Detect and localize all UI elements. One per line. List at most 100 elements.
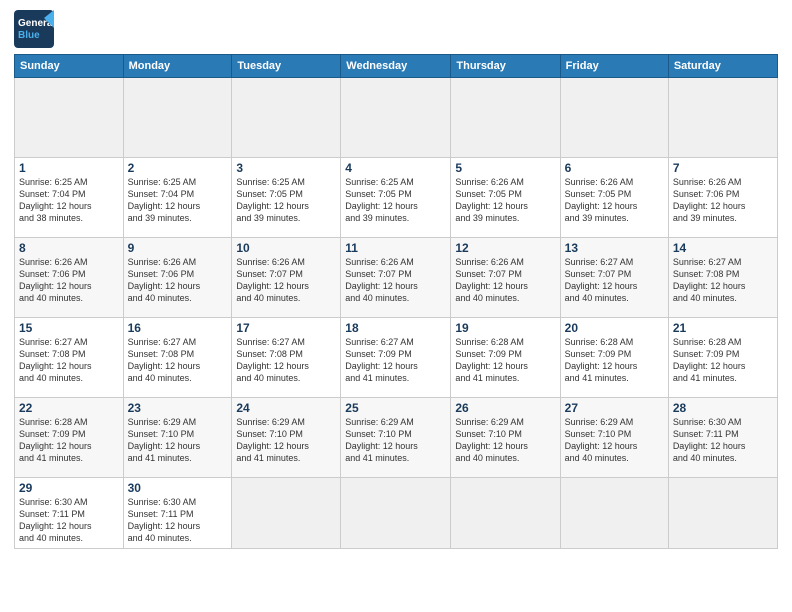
day-info: Sunrise: 6:26 AM Sunset: 7:06 PM Dayligh… — [19, 256, 119, 305]
calendar-cell: 19Sunrise: 6:28 AM Sunset: 7:09 PM Dayli… — [451, 318, 560, 398]
calendar-week-row — [15, 78, 778, 158]
day-number: 29 — [19, 481, 119, 495]
calendar-week-row: 29 Sunrise: 6:30 AM Sunset: 7:11 PM Dayli… — [15, 478, 778, 549]
calendar-cell — [123, 78, 232, 158]
calendar-cell: 26Sunrise: 6:29 AM Sunset: 7:10 PM Dayli… — [451, 398, 560, 478]
calendar-cell: 27Sunrise: 6:29 AM Sunset: 7:10 PM Dayli… — [560, 398, 668, 478]
calendar-cell — [232, 478, 341, 549]
calendar-cell — [451, 478, 560, 549]
calendar-cell: 22Sunrise: 6:28 AM Sunset: 7:09 PM Dayli… — [15, 398, 124, 478]
day-info: Sunrise: 6:26 AM Sunset: 7:06 PM Dayligh… — [128, 256, 228, 305]
calendar-cell: 14Sunrise: 6:27 AM Sunset: 7:08 PM Dayli… — [668, 238, 777, 318]
calendar-cell: 1Sunrise: 6:25 AM Sunset: 7:04 PM Daylig… — [15, 158, 124, 238]
day-number: 23 — [128, 401, 228, 415]
calendar-week-row: 8Sunrise: 6:26 AM Sunset: 7:06 PM Daylig… — [15, 238, 778, 318]
calendar-cell — [451, 78, 560, 158]
day-info: Sunrise: 6:26 AM Sunset: 7:07 PM Dayligh… — [236, 256, 336, 305]
calendar-cell — [668, 78, 777, 158]
day-number: 8 — [19, 241, 119, 255]
day-info: Sunrise: 6:25 AM Sunset: 7:04 PM Dayligh… — [19, 176, 119, 225]
weekday-header-friday: Friday — [560, 55, 668, 78]
calendar-cell: 13Sunrise: 6:27 AM Sunset: 7:07 PM Dayli… — [560, 238, 668, 318]
calendar-cell: 4Sunrise: 6:25 AM Sunset: 7:05 PM Daylig… — [341, 158, 451, 238]
calendar-cell: 24Sunrise: 6:29 AM Sunset: 7:10 PM Dayli… — [232, 398, 341, 478]
day-info: Sunrise: 6:29 AM Sunset: 7:10 PM Dayligh… — [565, 416, 664, 465]
calendar-cell: 30Sunrise: 6:30 AM Sunset: 7:11 PM Dayli… — [123, 478, 232, 549]
day-info: Sunrise: 6:28 AM Sunset: 7:09 PM Dayligh… — [19, 416, 119, 465]
weekday-header-tuesday: Tuesday — [232, 55, 341, 78]
calendar-cell: 23Sunrise: 6:29 AM Sunset: 7:10 PM Dayli… — [123, 398, 232, 478]
day-number: 26 — [455, 401, 555, 415]
day-info: Sunrise: 6:28 AM Sunset: 7:09 PM Dayligh… — [673, 336, 773, 385]
calendar-header-row: SundayMondayTuesdayWednesdayThursdayFrid… — [15, 55, 778, 78]
day-number: 4 — [345, 161, 446, 175]
weekday-header-sunday: Sunday — [15, 55, 124, 78]
calendar-week-row: 22Sunrise: 6:28 AM Sunset: 7:09 PM Dayli… — [15, 398, 778, 478]
calendar-cell: 10Sunrise: 6:26 AM Sunset: 7:07 PM Dayli… — [232, 238, 341, 318]
calendar-cell: 15Sunrise: 6:27 AM Sunset: 7:08 PM Dayli… — [15, 318, 124, 398]
calendar-cell: 3Sunrise: 6:25 AM Sunset: 7:05 PM Daylig… — [232, 158, 341, 238]
day-number: 3 — [236, 161, 336, 175]
day-number: 24 — [236, 401, 336, 415]
day-info: Sunrise: 6:26 AM Sunset: 7:06 PM Dayligh… — [673, 176, 773, 225]
day-info: Sunrise: 6:27 AM Sunset: 7:08 PM Dayligh… — [673, 256, 773, 305]
calendar-week-row: 1Sunrise: 6:25 AM Sunset: 7:04 PM Daylig… — [15, 158, 778, 238]
day-info: Sunrise: 6:27 AM Sunset: 7:09 PM Dayligh… — [345, 336, 446, 385]
calendar-cell: 16Sunrise: 6:27 AM Sunset: 7:08 PM Dayli… — [123, 318, 232, 398]
day-number: 5 — [455, 161, 555, 175]
calendar-week-row: 15Sunrise: 6:27 AM Sunset: 7:08 PM Dayli… — [15, 318, 778, 398]
calendar-cell: 8Sunrise: 6:26 AM Sunset: 7:06 PM Daylig… — [15, 238, 124, 318]
day-info: Sunrise: 6:28 AM Sunset: 7:09 PM Dayligh… — [455, 336, 555, 385]
weekday-header-wednesday: Wednesday — [341, 55, 451, 78]
day-info: Sunrise: 6:26 AM Sunset: 7:05 PM Dayligh… — [565, 176, 664, 225]
calendar-cell: 9Sunrise: 6:26 AM Sunset: 7:06 PM Daylig… — [123, 238, 232, 318]
calendar-cell — [15, 78, 124, 158]
calendar-cell: 28Sunrise: 6:30 AM Sunset: 7:11 PM Dayli… — [668, 398, 777, 478]
day-number: 22 — [19, 401, 119, 415]
day-number: 16 — [128, 321, 228, 335]
day-info: Sunrise: 6:27 AM Sunset: 7:08 PM Dayligh… — [236, 336, 336, 385]
logo-icon: General Blue — [14, 10, 54, 48]
page-container: General Blue SundayMondayTuesdayWednesda… — [0, 0, 792, 559]
day-info: Sunrise: 6:28 AM Sunset: 7:09 PM Dayligh… — [565, 336, 664, 385]
day-info: Sunrise: 6:30 AM Sunset: 7:11 PM Dayligh… — [673, 416, 773, 465]
day-number: 13 — [565, 241, 664, 255]
logo: General Blue — [14, 10, 54, 48]
day-number: 1 — [19, 161, 119, 175]
day-info: Sunrise: 6:29 AM Sunset: 7:10 PM Dayligh… — [236, 416, 336, 465]
day-info: Sunrise: 6:29 AM Sunset: 7:10 PM Dayligh… — [128, 416, 228, 465]
calendar-cell — [668, 478, 777, 549]
calendar-cell: 7Sunrise: 6:26 AM Sunset: 7:06 PM Daylig… — [668, 158, 777, 238]
day-number: 18 — [345, 321, 446, 335]
day-number: 12 — [455, 241, 555, 255]
day-number: 20 — [565, 321, 664, 335]
day-number: 30 — [128, 481, 228, 495]
day-info: Sunrise: 6:30 AM Sunset: 7:11 PM Dayligh… — [128, 496, 228, 545]
day-number: 28 — [673, 401, 773, 415]
day-number: 21 — [673, 321, 773, 335]
day-number: 6 — [565, 161, 664, 175]
day-info: Sunrise: 6:27 AM Sunset: 7:08 PM Dayligh… — [19, 336, 119, 385]
calendar-cell: 25Sunrise: 6:29 AM Sunset: 7:10 PM Dayli… — [341, 398, 451, 478]
day-info: Sunrise: 6:29 AM Sunset: 7:10 PM Dayligh… — [455, 416, 555, 465]
day-number: 7 — [673, 161, 773, 175]
day-number: 10 — [236, 241, 336, 255]
day-number: 14 — [673, 241, 773, 255]
day-number: 11 — [345, 241, 446, 255]
calendar-cell: 17Sunrise: 6:27 AM Sunset: 7:08 PM Dayli… — [232, 318, 341, 398]
calendar-cell — [560, 478, 668, 549]
day-info: Sunrise: 6:26 AM Sunset: 7:07 PM Dayligh… — [455, 256, 555, 305]
calendar-cell: 20Sunrise: 6:28 AM Sunset: 7:09 PM Dayli… — [560, 318, 668, 398]
day-number: 25 — [345, 401, 446, 415]
calendar-cell: 12Sunrise: 6:26 AM Sunset: 7:07 PM Dayli… — [451, 238, 560, 318]
weekday-header-thursday: Thursday — [451, 55, 560, 78]
calendar-cell: 18Sunrise: 6:27 AM Sunset: 7:09 PM Dayli… — [341, 318, 451, 398]
calendar-cell: 5Sunrise: 6:26 AM Sunset: 7:05 PM Daylig… — [451, 158, 560, 238]
day-info: Sunrise: 6:26 AM Sunset: 7:07 PM Dayligh… — [345, 256, 446, 305]
header: General Blue — [14, 10, 778, 48]
weekday-header-monday: Monday — [123, 55, 232, 78]
day-number: 27 — [565, 401, 664, 415]
day-number: 9 — [128, 241, 228, 255]
calendar-cell: 29Sunrise: 6:30 AM Sunset: 7:11 PM Dayli… — [15, 478, 124, 549]
day-info: Sunrise: 6:27 AM Sunset: 7:08 PM Dayligh… — [128, 336, 228, 385]
